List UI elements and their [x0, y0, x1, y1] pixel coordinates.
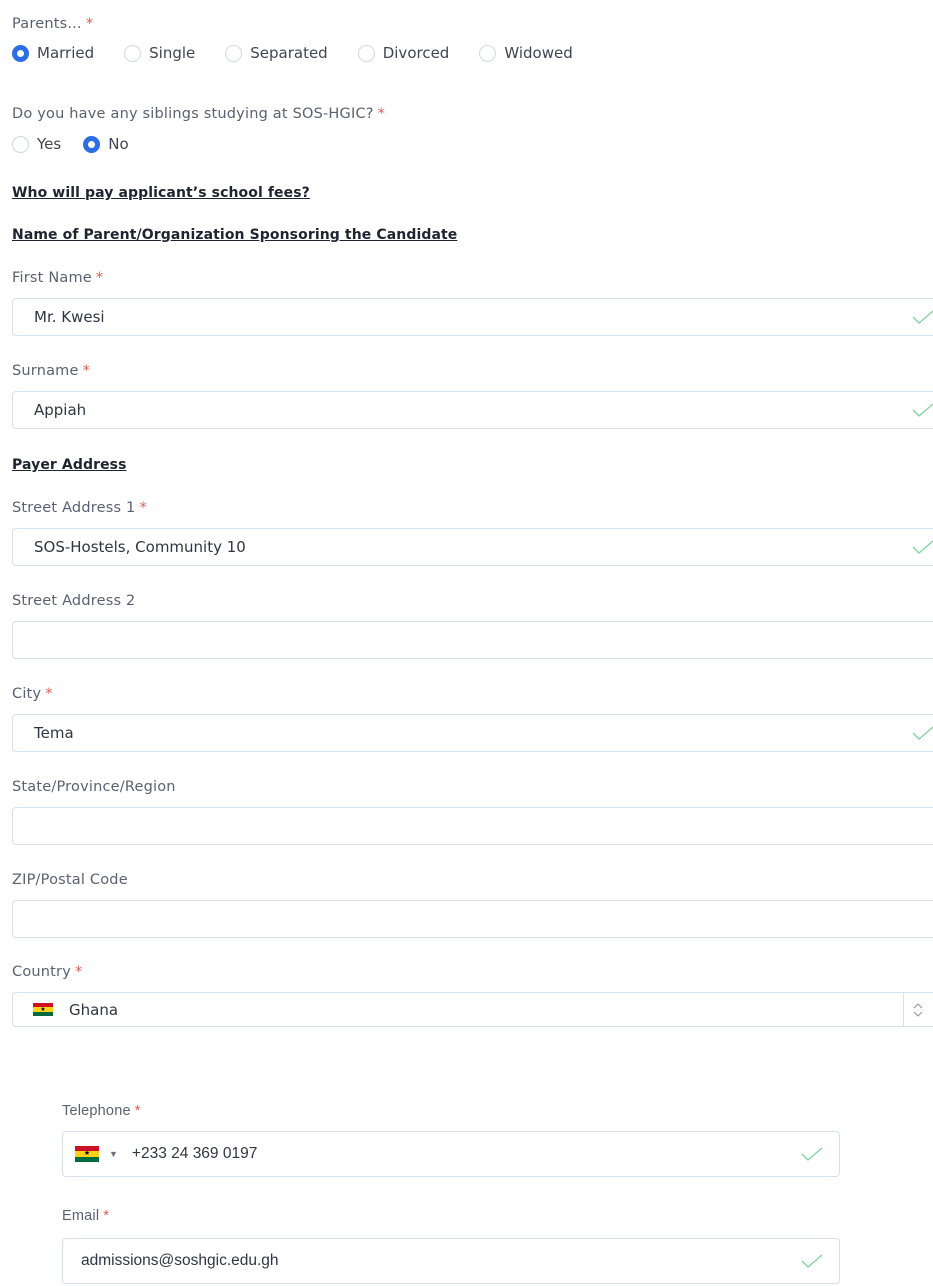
- check-icon: [801, 1147, 823, 1161]
- required-marker: *: [75, 964, 83, 980]
- surname-input[interactable]: Appiah: [12, 391, 933, 429]
- city-input[interactable]: Tema: [12, 714, 933, 752]
- required-marker: *: [377, 106, 386, 122]
- parents-label: Parents... *: [12, 16, 94, 32]
- ghana-flag-icon: ★: [33, 1003, 53, 1016]
- first-name-input[interactable]: Mr. Kwesi: [12, 298, 933, 336]
- city-label: City *: [12, 686, 53, 702]
- state-input[interactable]: [12, 807, 933, 845]
- radio-widowed[interactable]: Widowed: [479, 44, 573, 62]
- email-input[interactable]: admissions@soshgic.edu.gh: [62, 1238, 840, 1284]
- check-icon: [912, 540, 933, 554]
- radio-dot[interactable]: [479, 44, 497, 62]
- country-select[interactable]: ★ Ghana: [12, 992, 933, 1027]
- country-code-dropdown[interactable]: ★ ▼: [75, 1146, 118, 1162]
- radio-separated[interactable]: Separated: [225, 44, 328, 62]
- street-address-1-label: Street Address 1 *: [12, 500, 147, 516]
- check-icon: [801, 1254, 823, 1268]
- country-label: Country *: [12, 964, 83, 980]
- radio-no[interactable]: No: [83, 135, 129, 153]
- caret-down-icon: ▼: [109, 1149, 118, 1159]
- siblings-radio-group: Yes No: [12, 135, 159, 153]
- street-address-2-input[interactable]: [12, 621, 933, 659]
- radio-dot[interactable]: [357, 44, 375, 62]
- ghana-flag-icon: ★: [75, 1146, 99, 1162]
- zip-label: ZIP/Postal Code: [12, 872, 128, 888]
- radio-divorced[interactable]: Divorced: [357, 44, 449, 62]
- check-icon: [912, 403, 933, 417]
- radio-married[interactable]: Married: [12, 44, 94, 62]
- chevron-up-down-icon[interactable]: [903, 993, 932, 1026]
- street-address-2-label: Street Address 2: [12, 593, 136, 609]
- state-label: State/Province/Region: [12, 779, 176, 795]
- radio-yes[interactable]: Yes: [12, 135, 61, 153]
- parents-radio-group: Married Single Separated Divorced Widowe…: [12, 44, 603, 62]
- telephone-label: Telephone *: [62, 1103, 141, 1119]
- surname-label: Surname *: [12, 363, 91, 379]
- required-marker: *: [82, 363, 91, 379]
- sponsor-heading: Name of Parent/Organization Sponsoring t…: [12, 227, 458, 243]
- radio-dot[interactable]: [12, 135, 29, 153]
- required-marker: *: [103, 1208, 110, 1224]
- check-icon: [912, 726, 933, 740]
- first-name-label: First Name *: [12, 270, 104, 286]
- required-marker: *: [95, 270, 104, 286]
- radio-dot[interactable]: [225, 44, 243, 62]
- email-label: Email *: [62, 1208, 110, 1224]
- required-marker: *: [45, 686, 53, 702]
- required-marker: *: [139, 500, 147, 516]
- street-address-1-input[interactable]: SOS-Hostels, Community 10: [12, 528, 933, 566]
- telephone-input[interactable]: ★ ▼ +233 24 369 0197: [62, 1131, 840, 1177]
- radio-dot-selected[interactable]: [12, 44, 29, 62]
- required-marker: *: [134, 1103, 141, 1119]
- radio-single[interactable]: Single: [124, 44, 195, 62]
- payer-address-heading: Payer Address: [12, 457, 127, 473]
- siblings-label: Do you have any siblings studying at SOS…: [12, 106, 386, 122]
- required-marker: *: [85, 16, 94, 32]
- check-icon: [912, 310, 933, 324]
- radio-dot[interactable]: [124, 44, 142, 62]
- fees-heading: Who will pay applicant’s school fees?: [12, 185, 310, 201]
- zip-input[interactable]: [12, 900, 933, 938]
- radio-dot-selected[interactable]: [83, 135, 101, 153]
